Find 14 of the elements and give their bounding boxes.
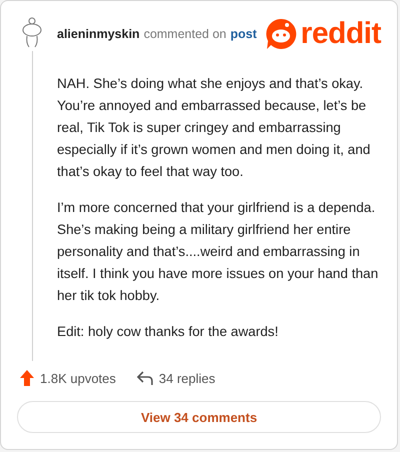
action-text: commented on [144, 27, 226, 41]
post-link[interactable]: post [230, 27, 257, 41]
avatar-icon [21, 15, 43, 49]
comment-paragraph: I’m more concerned that your girlfriend is a dependa. She’s making being a military girlfriend her entire personality and that’s....weird and embarrassing in itself. I think you have more issues on your hand than her tik tok hobby. [57, 199, 380, 305]
logo-icon [264, 18, 297, 50]
logo-wordmark: reddit [300, 19, 381, 49]
reply-count: 34 replies [158, 370, 216, 386]
comment-paragraph: NAH. She’s doing what she enjoys and that’s okay. You’re annoyed and embarrassed because, let’s be real, Tik Tok is super cringey and embarrassing especially if it’s grown women and men doing it, and that’s okay to feel that way too. [57, 75, 372, 181]
author-name[interactable]: alieninmyskin [57, 27, 140, 41]
view-comments-button[interactable]: View 34 comments [17, 401, 381, 433]
reply-icon[interactable] [136, 370, 154, 386]
comment-paragraph: Edit: holy cow thanks for the awards! [57, 323, 280, 341]
upvote-icon[interactable] [19, 369, 35, 387]
upvote-count: 1.8K upvotes [40, 370, 116, 386]
